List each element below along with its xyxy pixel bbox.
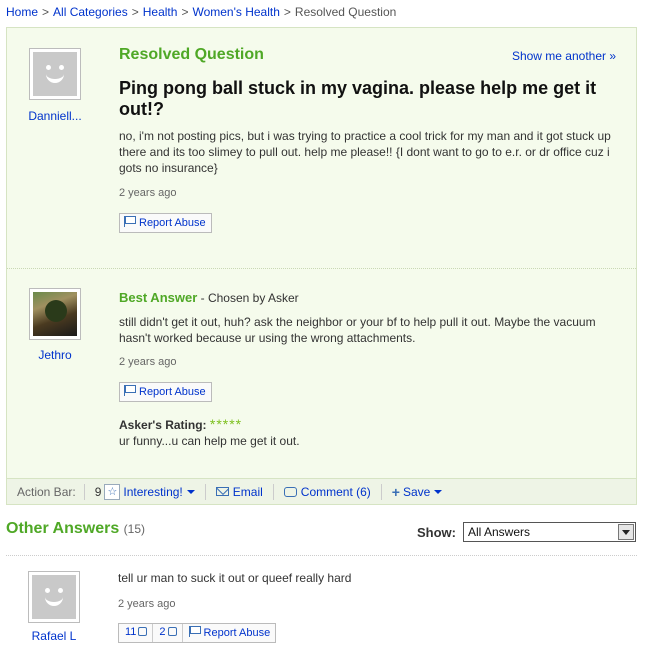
section-divider (7, 268, 636, 269)
show-filter-value: All Answers (468, 525, 531, 539)
asker-avatar[interactable] (29, 48, 81, 100)
report-abuse-label: Report Abuse (139, 217, 206, 229)
asker-rating: Asker's Rating: ***** (119, 416, 242, 432)
question-subject: Ping pong ball stuck in my vagina. pleas… (119, 78, 597, 119)
breadcrumb-separator: > (181, 5, 189, 19)
thumbs-down-button[interactable]: 2 (153, 624, 183, 642)
resolved-question-heading: Resolved Question (119, 46, 264, 63)
chosen-by-asker: - Chosen by Asker (197, 291, 299, 305)
flag-icon (124, 216, 136, 227)
answerer-avatar[interactable] (29, 288, 81, 340)
breadcrumb-separator: > (131, 5, 139, 19)
thumbs-up-count: 11 (125, 626, 137, 638)
breadcrumb-home[interactable]: Home (6, 5, 38, 19)
best-answer-body: still didn't get it out, huh? ask the ne… (119, 315, 596, 345)
action-bar: Action Bar: 9 ☆ Interesting! Email Comme… (7, 478, 636, 504)
best-answer-heading: Best Answer - Chosen by Asker (119, 290, 299, 305)
other-answers-heading: Other Answers (15) (6, 520, 145, 538)
action-bar-label: Action Bar: (7, 483, 85, 500)
question-panel: Danniell... Resolved Question Show me an… (6, 27, 637, 505)
comment-label: Comment (6) (300, 484, 371, 499)
chevron-down-icon (186, 489, 195, 494)
comment-button[interactable]: Comment (6) (274, 483, 382, 500)
breadcrumb-separator: > (283, 5, 291, 19)
rating-stars-icon: ***** (209, 416, 243, 432)
rating-label: Asker's Rating: (119, 418, 207, 432)
answer-body: tell ur man to suck it out or queef real… (118, 571, 352, 585)
best-answer-timestamp: 2 years ago (119, 356, 177, 368)
question-content: Danniell... Resolved Question Show me an… (7, 28, 636, 478)
breadcrumb-separator: > (42, 5, 50, 19)
chevron-down-icon[interactable] (618, 524, 634, 540)
flag-icon (124, 385, 136, 396)
answerer-name[interactable]: Jethro (15, 348, 95, 362)
thumbs-up-icon (138, 627, 148, 636)
section-divider (6, 555, 637, 556)
comment-icon (283, 486, 297, 497)
show-me-another-link[interactable]: Show me another » (512, 49, 616, 63)
mail-icon (215, 487, 229, 496)
save-button[interactable]: + Save (382, 484, 453, 500)
asker-name[interactable]: Danniell... (15, 109, 95, 123)
breadcrumb-womens-health[interactable]: Women's Health (192, 5, 279, 19)
report-abuse-button[interactable]: Report Abuse (119, 213, 212, 233)
save-label: Save (402, 484, 431, 499)
thumbs-down-count: 2 (159, 626, 166, 638)
user-photo (33, 292, 77, 336)
breadcrumb-health[interactable]: Health (143, 5, 178, 19)
interesting-count: 9 (94, 484, 102, 499)
best-answer-label: Best Answer (119, 290, 198, 305)
plus-icon: + (391, 483, 400, 500)
answer-timestamp: 2 years ago (118, 598, 176, 610)
thumbs-up-button[interactable]: 11 (119, 624, 154, 642)
breadcrumb-all-categories[interactable]: All Categories (53, 5, 128, 19)
interesting-button[interactable]: 9 ☆ Interesting! (85, 483, 206, 500)
email-button[interactable]: Email (206, 483, 274, 500)
report-abuse-label: Report Abuse (203, 627, 271, 639)
breadcrumb-current: Resolved Question (294, 5, 397, 19)
question-timestamp: 2 years ago (119, 187, 177, 199)
rating-comment: ur funny...u can help me get it out. (119, 434, 300, 448)
email-label: Email (232, 484, 263, 499)
flag-icon (188, 626, 201, 637)
thumbs-down-icon (167, 627, 177, 636)
other-answers-label: Other Answers (6, 520, 120, 537)
report-abuse-button[interactable]: Report Abuse (183, 624, 276, 642)
default-avatar-icon (32, 575, 76, 619)
chevron-down-icon (434, 489, 443, 494)
star-icon: ☆ (104, 483, 121, 500)
answer-actions: 11 2 Report Abuse (118, 623, 277, 643)
show-filter-select[interactable]: All Answers (463, 522, 636, 542)
report-abuse-label: Report Abuse (139, 386, 206, 398)
answerer-name[interactable]: Rafael L (14, 629, 94, 643)
breadcrumb: Home > All Categories > Health > Women's Healt… (6, 5, 396, 19)
question-body: no, i'm not posting pics, but i was tryi… (119, 129, 611, 175)
interesting-label: Interesting! (123, 484, 183, 499)
answerer-avatar[interactable] (28, 571, 80, 623)
other-answers-count: (15) (123, 522, 146, 536)
default-avatar-icon (33, 52, 77, 96)
report-abuse-button[interactable]: Report Abuse (119, 382, 212, 402)
show-filter-label: Show: (417, 525, 456, 540)
